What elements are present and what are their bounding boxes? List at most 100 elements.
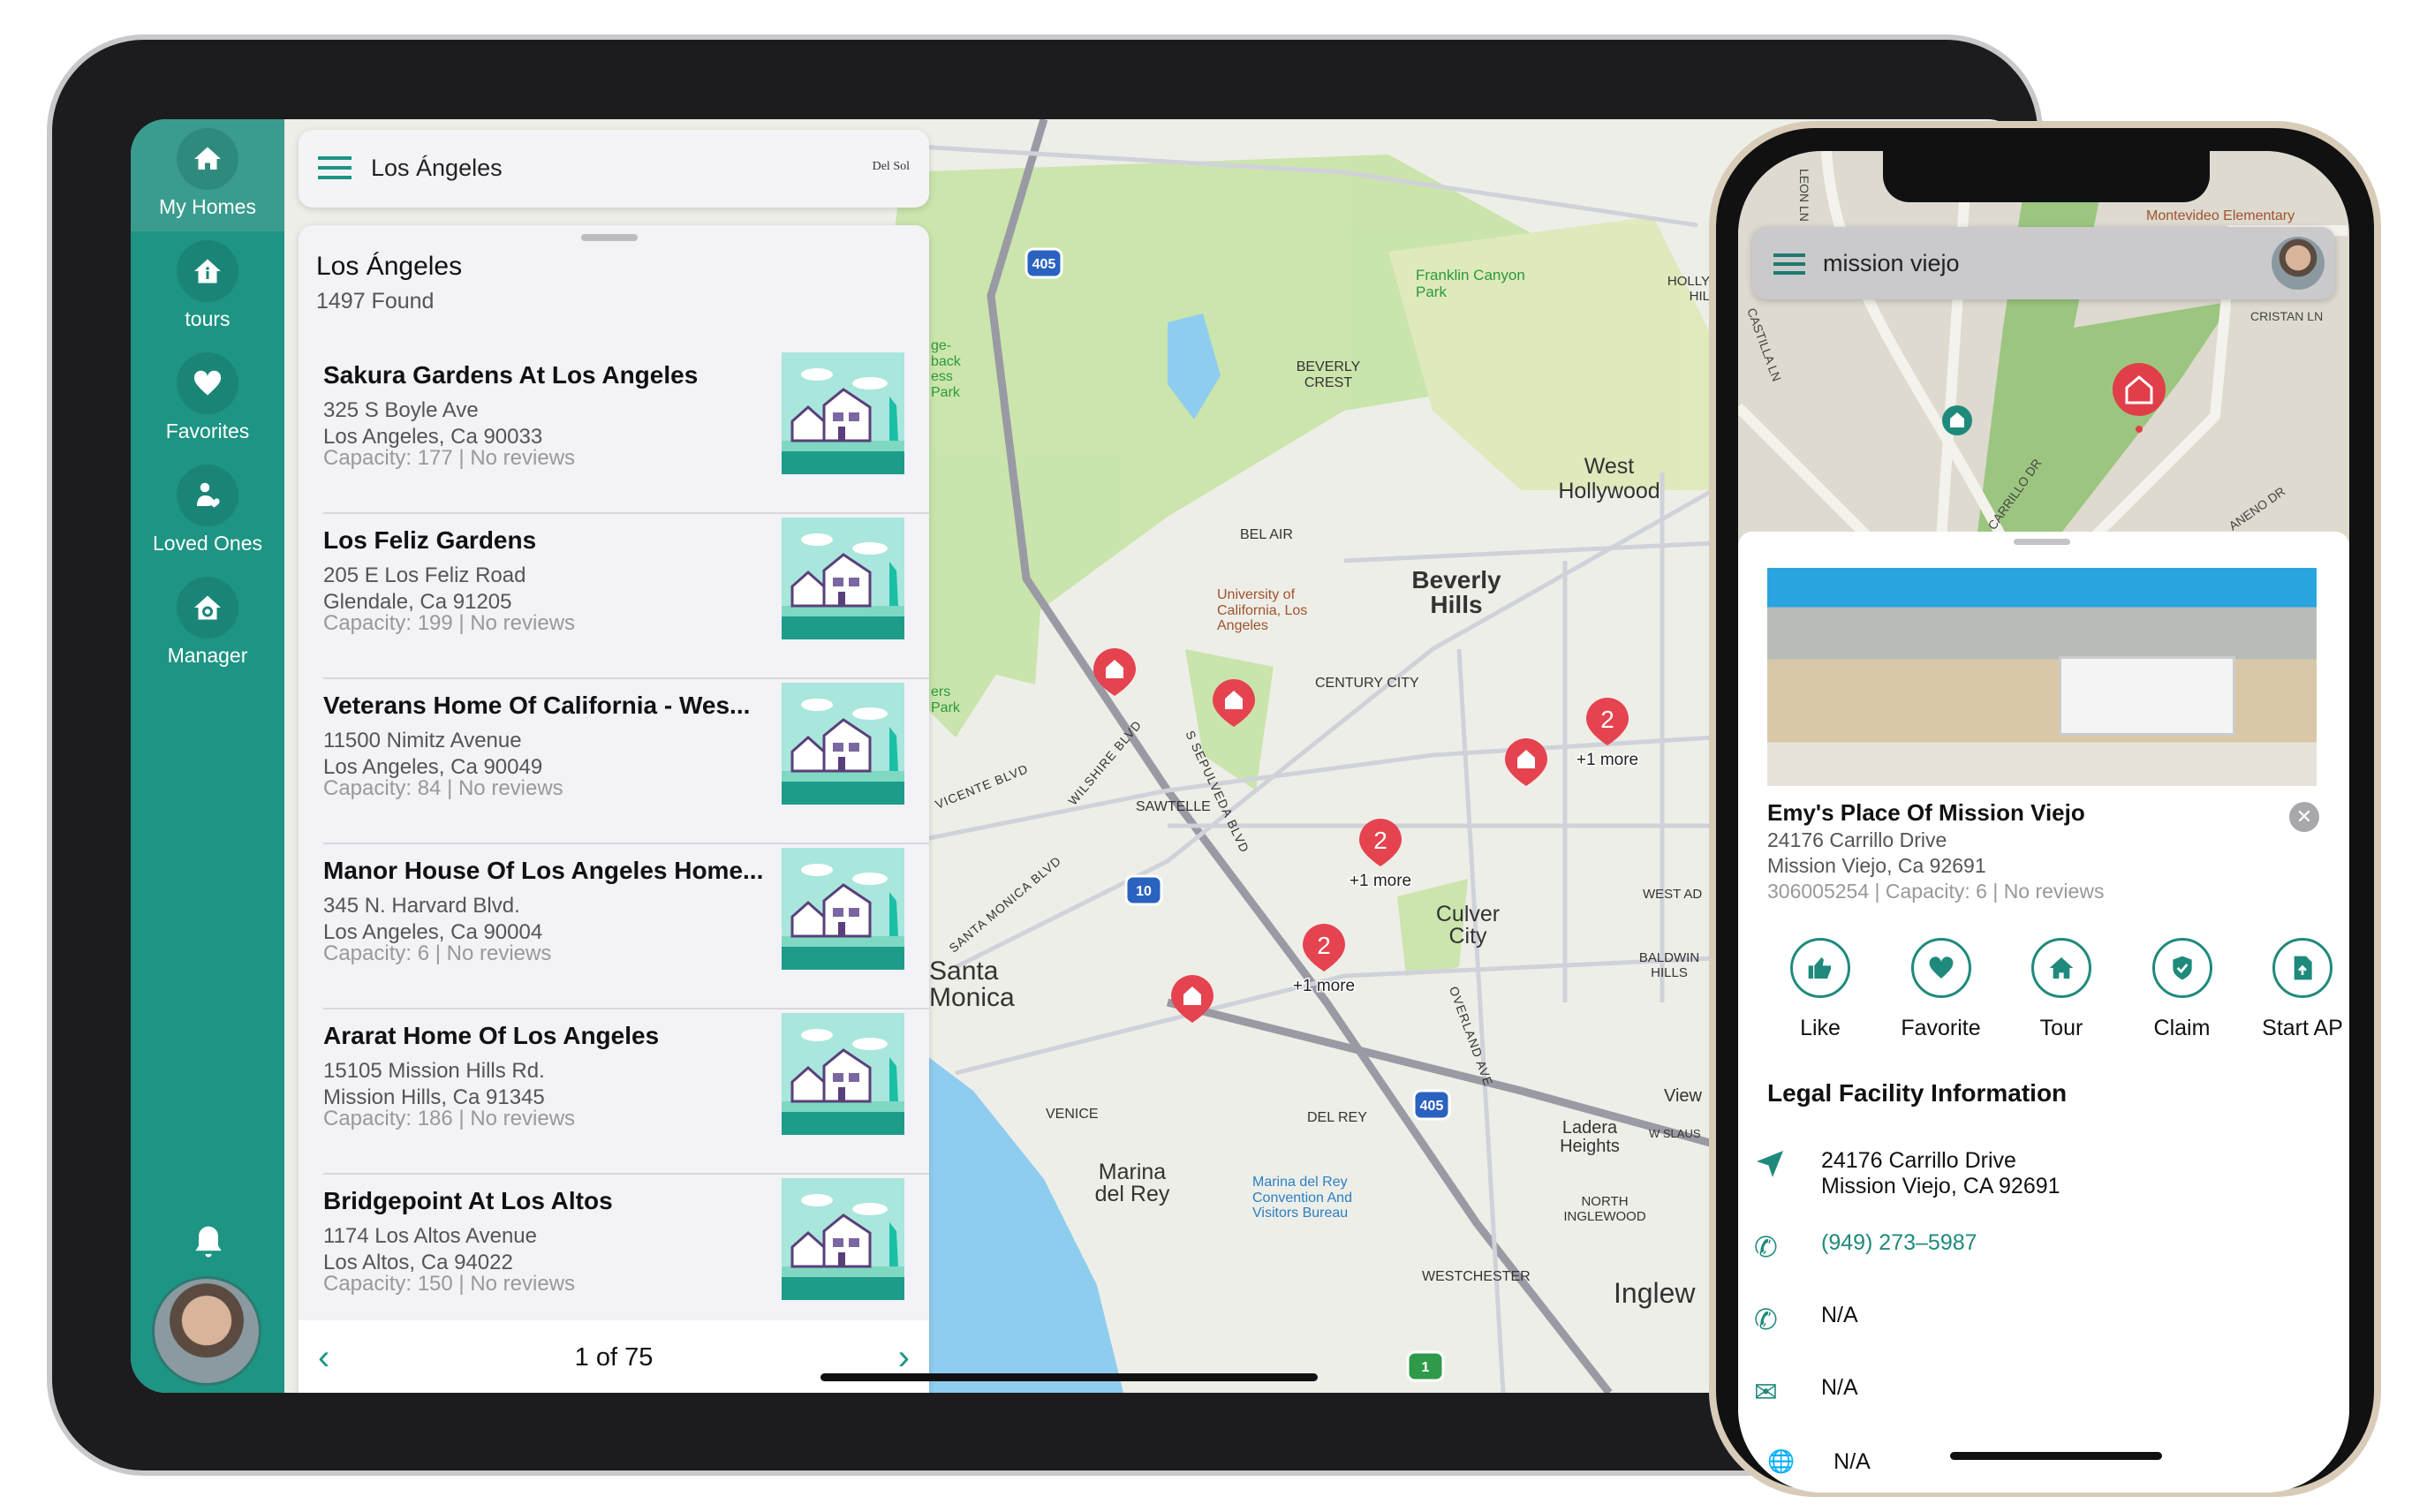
result-list-item[interactable]: Los Feliz Gardens 205 E Los Feliz Road G… xyxy=(299,514,929,679)
map-label-west-hollywood: West Hollywood xyxy=(1558,454,1660,503)
sidebar-item-my-homes[interactable]: My Homes xyxy=(131,119,284,231)
page-indicator: 1 of 75 xyxy=(574,1343,654,1372)
claim-button[interactable]: Claim xyxy=(2129,938,2235,1041)
map-label-century-city: CENTURY CITY xyxy=(1315,676,1419,691)
facility-photo xyxy=(1767,568,2317,786)
facility-name: Los Feliz Gardens xyxy=(323,526,537,554)
person-heart-icon xyxy=(177,465,238,526)
mail-icon: ✉ xyxy=(1754,1376,1778,1408)
globe-icon: 🌐 xyxy=(1767,1449,1796,1474)
result-list-item[interactable]: Bridgepoint At Los Altos 1174 Los Altos … xyxy=(299,1175,929,1320)
bell-icon[interactable] xyxy=(189,1223,228,1262)
del-sol-logo: Del Sol xyxy=(872,160,910,173)
map-label-venice: VENICE xyxy=(1046,1107,1099,1122)
user-avatar[interactable] xyxy=(152,1276,261,1386)
phone-row[interactable]: ✆ (949) 273–5987 xyxy=(1754,1230,2302,1283)
facility-address-1: 15105 Mission Hills Rd. xyxy=(323,1059,545,1083)
map-label-beverly-hills: Beverly Hills xyxy=(1411,566,1501,618)
result-list-item[interactable]: Sakura Gardens At Los Angeles 325 S Boyl… xyxy=(299,349,929,514)
user-avatar[interactable] xyxy=(2272,237,2325,290)
map-label-west-adams: WEST AD xyxy=(1643,887,1703,902)
facility-address-1: 325 S Boyle Ave xyxy=(323,398,479,422)
facility-thumbnail xyxy=(782,1178,904,1300)
like-button[interactable]: Like xyxy=(1767,938,1873,1041)
facility-address-1: 345 N. Harvard Blvd. xyxy=(323,894,520,918)
map-label-ladera: Ladera Heights xyxy=(1560,1118,1620,1156)
facility-meta: Capacity: 150 | No reviews xyxy=(323,1272,576,1296)
legal-title: Legal Facility Information xyxy=(1767,1079,2068,1107)
sidebar-item-tours[interactable]: tours xyxy=(131,231,284,344)
drag-handle[interactable] xyxy=(2014,539,2070,545)
facility-name: Veterans Home Of California - Wes... xyxy=(323,692,751,719)
facility-meta: Capacity: 199 | No reviews xyxy=(323,611,576,635)
map-label-sawtelle: SAWTELLE xyxy=(1136,799,1211,814)
map-label-marina-bureau: Marina del Rey Convention And Visitors B… xyxy=(1252,1175,1352,1221)
tour-button[interactable]: Tour xyxy=(2008,938,2114,1041)
facility-thumbnail xyxy=(782,1013,904,1135)
map-label-marina: Marina del Rey xyxy=(1094,1160,1170,1206)
home-icon xyxy=(177,128,238,190)
facility-name: Sakura Gardens At Los Angeles xyxy=(323,361,699,389)
sidebar-item-label: Loved Ones xyxy=(152,532,263,555)
search-input[interactable]: Los Ángeles xyxy=(371,155,503,182)
facility-name: Ararat Home Of Los Angeles xyxy=(323,1022,660,1049)
drag-handle[interactable] xyxy=(581,234,638,241)
home-gear-icon xyxy=(177,577,238,639)
home-info-icon xyxy=(177,240,238,302)
action-label: Claim xyxy=(2153,1016,2211,1040)
result-list-item[interactable]: Veterans Home Of California - Wes... 115… xyxy=(299,679,929,844)
phone-search-input[interactable]: mission viejo xyxy=(1823,250,1960,277)
phone2-value: N/A xyxy=(1821,1303,1858,1327)
home-pin[interactable] xyxy=(1942,405,1972,435)
sidebar-item-loved-ones[interactable]: Loved Ones xyxy=(131,456,284,568)
facility-name: Emy's Place Of Mission Viejo xyxy=(1767,799,2085,826)
map-label-inglewood: Inglew xyxy=(1614,1277,1696,1309)
facility-address-1: 205 E Los Feliz Road xyxy=(323,563,526,587)
phone-icon: ✆ xyxy=(1754,1231,1778,1263)
map-label-montevideo: Montevideo Elementary xyxy=(2146,208,2295,223)
map-label-leon: LEON LN xyxy=(1797,169,1811,222)
map-label-north-inglewood: NORTH INGLEWOOD xyxy=(1563,1194,1646,1224)
map-label-vicente: VICENTE BLVD xyxy=(933,761,1031,812)
phone-search-bar[interactable]: mission viejo xyxy=(1752,227,2335,299)
map-label-beverly-crest: BEVERLY CREST xyxy=(1296,359,1361,390)
close-icon[interactable]: ✕ xyxy=(2289,802,2319,832)
action-label: Favorite xyxy=(1901,1016,1981,1040)
facility-address-2: Mission Viejo, Ca 92691 xyxy=(1767,854,1986,877)
email-row: ✉ N/A xyxy=(1754,1375,2302,1428)
phone-screen: Montevideo Elementary CRISTAN LN CARRILL… xyxy=(1738,151,2349,1493)
phone-map[interactable]: Montevideo Elementary CRISTAN LN CARRILL… xyxy=(1738,151,2349,540)
facility-thumbnail xyxy=(782,848,904,970)
favorite-button[interactable]: Favorite xyxy=(1888,938,1994,1041)
sidebar-item-manager[interactable]: Manager xyxy=(131,568,284,680)
menu-icon[interactable] xyxy=(1773,253,1805,275)
map-label-sepulveda: S SEPULVEDA BLVD xyxy=(1183,728,1252,856)
phone-number[interactable]: (949) 273–5987 xyxy=(1821,1230,1977,1256)
facility-meta: Capacity: 84 | No reviews xyxy=(323,776,563,800)
address-line-1: 24176 Carrillo Drive xyxy=(1821,1148,2016,1173)
sidebar-item-favorites[interactable]: Favorites xyxy=(131,344,284,456)
address-line-2: Mission Viejo, CA 92691 xyxy=(1821,1174,2060,1198)
sidebar-item-label: Manager xyxy=(167,644,248,667)
facility-thumbnail xyxy=(782,352,904,474)
facility-meta: Capacity: 186 | No reviews xyxy=(323,1107,576,1130)
address-row[interactable]: 24176 Carrillo Drive Mission Viejo, CA 92… xyxy=(1754,1148,2302,1201)
website-row: 🌐 N/A xyxy=(1767,1449,1871,1475)
facility-address-1: 11500 Nimitz Avenue xyxy=(323,729,522,752)
thumbs-up-icon xyxy=(1790,938,1850,998)
map-label-santa-monica-blvd: SANTA MONICA BLVD xyxy=(946,853,1064,956)
pagination: ‹ 1 of 75 › xyxy=(299,1320,929,1393)
result-list-item[interactable]: Ararat Home Of Los Angeles 15105 Mission… xyxy=(299,1009,929,1175)
map-label-park-partial: ge- back ess Park xyxy=(931,338,961,400)
shield-check-icon xyxy=(2151,938,2212,998)
result-list-item[interactable]: Manor House Of Los Angeles Home... 345 N… xyxy=(299,844,929,1009)
start-ap-button[interactable]: Start AP xyxy=(2249,938,2349,1041)
search-bar[interactable]: Los Ángeles Del Sol xyxy=(299,130,929,208)
map-label-w-slauson: W SLAUS xyxy=(1649,1127,1701,1140)
results-panel: Los Ángeles 1497 Found ✕ Sakura Gardens … xyxy=(299,225,929,1393)
next-page-icon[interactable]: › xyxy=(898,1338,910,1378)
menu-icon[interactable] xyxy=(318,156,352,179)
home-icon xyxy=(2031,938,2091,998)
map-label-park-partial2: ers Park xyxy=(931,684,960,715)
sidebar-item-label: Favorites xyxy=(165,420,250,442)
